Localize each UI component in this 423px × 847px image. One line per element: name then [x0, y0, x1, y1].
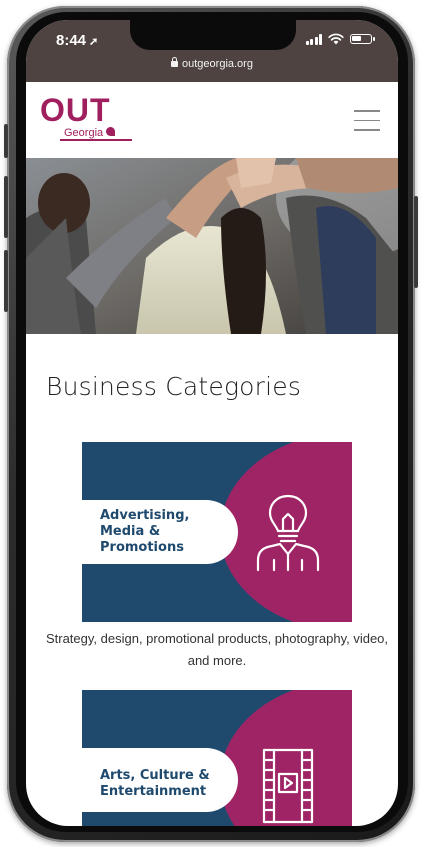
out-georgia-logo[interactable]: OUT Georgia [40, 92, 140, 144]
category-card-advertising[interactable]: Advertising, Media & Promotions Strategy… [46, 442, 388, 672]
url-text[interactable]: outgeorgia.org [182, 58, 253, 70]
category-description: Strategy, design, promotional products, … [45, 631, 389, 668]
battery-level [352, 36, 361, 41]
logo-main-text: OUT [40, 92, 111, 128]
volume-up-button [4, 176, 8, 238]
category-card-arts[interactable]: Arts, Culture & Entertainment [82, 690, 352, 826]
logo-sub-text: Georgia [64, 127, 104, 139]
battery-icon [350, 34, 375, 44]
category-image[interactable]: Advertising, Media & Promotions [82, 442, 352, 622]
phone-screen: 8:44 ➚ outgeorgia.org OUT Georgia Busine… [26, 20, 398, 826]
hero-image [26, 158, 398, 334]
section-title: Business Categories [46, 372, 302, 401]
url-bar[interactable]: outgeorgia.org [26, 57, 398, 70]
category-image[interactable]: Arts, Culture & Entertainment [82, 690, 352, 826]
category-label: Arts, Culture & Entertainment [100, 768, 210, 799]
logo-underline [60, 139, 132, 141]
phone-notch [130, 20, 296, 50]
category-label: Advertising, Media & Promotions [100, 508, 190, 555]
wifi-icon [328, 33, 344, 45]
time-text: 8:44 [56, 32, 87, 49]
logo-mark [106, 127, 115, 136]
lock-icon [171, 57, 179, 67]
status-icons [305, 33, 375, 45]
power-button [414, 196, 418, 288]
lightbulb-person-icon [256, 494, 320, 572]
location-arrow-icon: ➚ [89, 36, 99, 48]
mute-switch [4, 124, 8, 158]
volume-down-button [4, 250, 8, 312]
hamburger-menu-icon[interactable] [354, 110, 380, 132]
site-header: OUT Georgia [26, 82, 398, 158]
status-time: 8:44 ➚ [56, 32, 98, 49]
hero-high-five-photo [26, 158, 398, 334]
cellular-signal-icon [305, 33, 322, 45]
film-strip-icon [262, 748, 314, 824]
